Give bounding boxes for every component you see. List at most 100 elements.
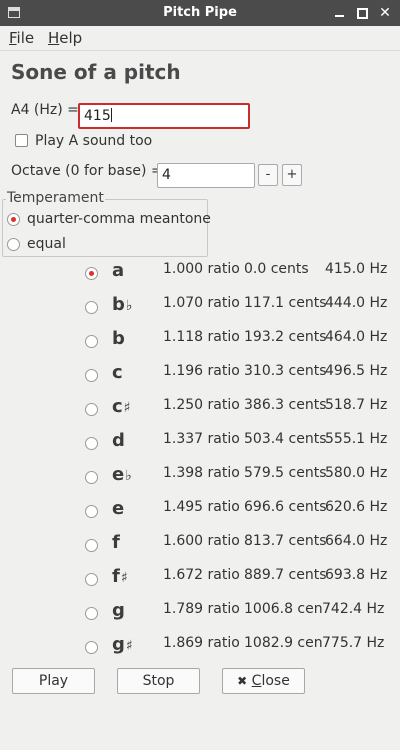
note-radio[interactable] <box>85 437 98 450</box>
menu-bar: File Help <box>0 26 400 51</box>
note-row[interactable]: d 1.337 ratio 503.4 cents 555.1 Hz <box>0 427 400 457</box>
play-a-label: Play A sound too <box>35 133 153 149</box>
note-cents: 310.3 cents <box>244 363 327 379</box>
close-window-button[interactable]: ✕ <box>376 3 394 23</box>
note-ratio: 1.118 ratio <box>163 329 240 345</box>
temperament-meantone-radio[interactable] <box>7 213 20 226</box>
page-title: Sone of a pitch <box>11 60 181 84</box>
note-cents: 117.1 cents <box>244 295 327 311</box>
close-button-mnemonic: C <box>251 673 262 689</box>
note-name: e♭ <box>112 464 132 485</box>
note-frequency: 580.0 Hz <box>325 465 388 481</box>
menu-help-mnemonic: H <box>48 29 60 47</box>
note-frequency: 693.8 Hz <box>325 567 388 583</box>
note-name: g <box>112 600 125 621</box>
note-cents: 579.5 cents <box>244 465 327 481</box>
note-row[interactable]: g♯ 1.869 ratio 1082.9 cents 775.7 Hz <box>0 631 400 661</box>
note-ratio: 1.789 ratio <box>163 601 240 617</box>
temperament-label: Temperament <box>6 190 105 206</box>
note-row[interactable]: g 1.789 ratio 1006.8 cents 742.4 Hz <box>0 597 400 627</box>
note-ratio: 1.196 ratio <box>163 363 240 379</box>
note-frequency: 742.4 Hz <box>322 601 385 617</box>
note-radio[interactable] <box>85 505 98 518</box>
temperament-equal-label: equal <box>27 236 66 252</box>
note-cents: 193.2 cents <box>244 329 327 345</box>
play-button[interactable]: Play <box>12 668 95 694</box>
play-a-checkbox[interactable] <box>15 134 28 147</box>
note-radio[interactable] <box>85 471 98 484</box>
close-icon: ✕ <box>379 5 391 21</box>
maximize-button[interactable] <box>353 3 371 23</box>
note-frequency: 664.0 Hz <box>325 533 388 549</box>
note-cents: 889.7 cents <box>244 567 327 583</box>
menu-help[interactable]: Help <box>48 29 82 47</box>
note-ratio: 1.070 ratio <box>163 295 240 311</box>
menu-file-label: ile <box>16 29 35 47</box>
note-name: b <box>112 328 125 349</box>
title-bar: Pitch Pipe ✕ <box>0 0 400 26</box>
note-row[interactable]: a 1.000 ratio 0.0 cents 415.0 Hz <box>0 257 400 287</box>
note-name: a <box>112 260 125 281</box>
note-frequency: 415.0 Hz <box>325 261 388 277</box>
note-frequency: 464.0 Hz <box>325 329 388 345</box>
note-radio[interactable] <box>85 403 98 416</box>
note-row[interactable]: b 1.118 ratio 193.2 cents 464.0 Hz <box>0 325 400 355</box>
note-frequency: 555.1 Hz <box>325 431 388 447</box>
note-radio[interactable] <box>85 335 98 348</box>
note-frequency: 496.5 Hz <box>325 363 388 379</box>
note-radio[interactable] <box>85 573 98 586</box>
note-row[interactable]: b♭ 1.070 ratio 117.1 cents 444.0 Hz <box>0 291 400 321</box>
octave-increment-button[interactable]: + <box>282 164 302 186</box>
note-name: e <box>112 498 125 519</box>
note-ratio: 1.398 ratio <box>163 465 240 481</box>
menu-file[interactable]: File <box>9 29 34 47</box>
a4-input[interactable]: 415 <box>78 103 250 129</box>
stop-button[interactable]: Stop <box>117 668 200 694</box>
note-row[interactable]: e 1.495 ratio 696.6 cents 620.6 Hz <box>0 495 400 525</box>
note-cents: 696.6 cents <box>244 499 327 515</box>
note-frequency: 518.7 Hz <box>325 397 388 413</box>
a4-input-value: 415 <box>84 108 111 124</box>
note-cents: 813.7 cents <box>244 533 327 549</box>
note-name: f <box>112 532 120 553</box>
note-row[interactable]: f♯ 1.672 ratio 889.7 cents 693.8 Hz <box>0 563 400 593</box>
octave-decrement-button[interactable]: - <box>258 164 278 186</box>
a4-label: A4 (Hz) = <box>11 102 79 118</box>
menu-file-mnemonic: F <box>9 29 17 47</box>
note-radio[interactable] <box>85 607 98 620</box>
note-radio[interactable] <box>85 539 98 552</box>
note-frequency: 444.0 Hz <box>325 295 388 311</box>
note-row[interactable]: e♭ 1.398 ratio 579.5 cents 580.0 Hz <box>0 461 400 491</box>
note-ratio: 1.495 ratio <box>163 499 240 515</box>
note-radio[interactable] <box>85 301 98 314</box>
note-cents: 0.0 cents <box>244 261 309 277</box>
close-button[interactable]: ✖ Close <box>222 668 305 694</box>
note-row[interactable]: c 1.196 ratio 310.3 cents 496.5 Hz <box>0 359 400 389</box>
note-cents: 503.4 cents <box>244 431 327 447</box>
note-name: g♯ <box>112 634 133 655</box>
note-row[interactable]: f 1.600 ratio 813.7 cents 664.0 Hz <box>0 529 400 559</box>
temperament-equal-radio[interactable] <box>7 238 20 251</box>
note-ratio: 1.600 ratio <box>163 533 240 549</box>
note-name: b♭ <box>112 294 133 315</box>
temperament-meantone-label: quarter-comma meantone <box>27 211 211 227</box>
minimize-button[interactable] <box>330 3 348 23</box>
note-name: c <box>112 362 123 383</box>
note-radio[interactable] <box>85 267 98 280</box>
close-icon: ✖ <box>237 674 248 688</box>
octave-input[interactable]: 4 <box>157 163 255 188</box>
note-frequency: 620.6 Hz <box>325 499 388 515</box>
note-ratio: 1.337 ratio <box>163 431 240 447</box>
minimize-icon <box>334 15 344 17</box>
note-radio[interactable] <box>85 641 98 654</box>
menu-help-label: elp <box>59 29 83 47</box>
note-radio[interactable] <box>85 369 98 382</box>
octave-input-value: 4 <box>162 167 171 183</box>
note-row[interactable]: c♯ 1.250 ratio 386.3 cents 518.7 Hz <box>0 393 400 423</box>
note-frequency: 775.7 Hz <box>322 635 385 651</box>
note-ratio: 1.250 ratio <box>163 397 240 413</box>
maximize-icon <box>356 8 368 19</box>
note-name: c♯ <box>112 396 131 417</box>
note-ratio: 1.672 ratio <box>163 567 240 583</box>
note-cents: 386.3 cents <box>244 397 327 413</box>
